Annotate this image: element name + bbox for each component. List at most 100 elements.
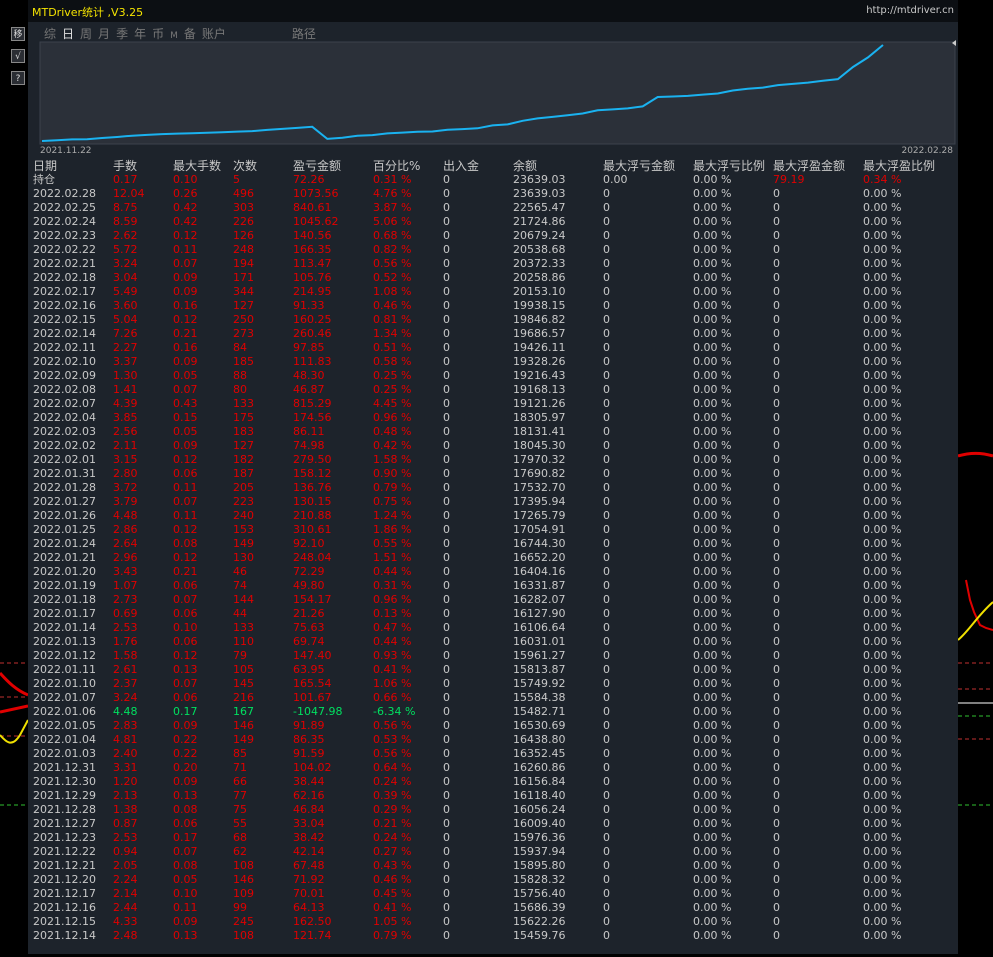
table-cell: 0.00 % — [863, 509, 902, 522]
table-cell: 0 — [443, 677, 450, 690]
table-cell: 0 — [603, 621, 610, 634]
table-cell: 66 — [233, 775, 247, 788]
table-cell: 840.61 — [293, 201, 332, 214]
table-cell: 4.33 — [113, 915, 138, 928]
equity-chart: 2021.11.22 2022.02.28 — [39, 40, 956, 156]
table-cell: 145 — [233, 677, 254, 690]
table-cell: 0 — [443, 635, 450, 648]
table-cell: 0 — [443, 523, 450, 536]
table-cell: 0 — [773, 495, 780, 508]
column-header: 最大浮盈金额 — [773, 159, 846, 173]
table-cell: 2021.12.28 — [33, 803, 96, 816]
table-cell: 5.72 — [113, 243, 138, 256]
table-cell: 0 — [603, 299, 610, 312]
table-cell: 91.59 — [293, 747, 325, 760]
table-cell: 0.00 % — [863, 663, 902, 676]
table-cell: 0 — [443, 201, 450, 214]
table-cell: 2021.12.23 — [33, 831, 96, 844]
table-cell: 0.00 % — [693, 425, 732, 438]
table-cell: 0.00 % — [693, 495, 732, 508]
table-cell: 2021.12.29 — [33, 789, 96, 802]
table-cell: 4.45 % — [373, 397, 412, 410]
table-cell: 0 — [443, 355, 450, 368]
table-cell: 0 — [773, 635, 780, 648]
table-cell: 2022.01.19 — [33, 579, 96, 592]
table-cell: 279.50 — [293, 453, 332, 466]
table-cell: 0 — [603, 355, 610, 368]
table-cell: 19328.26 — [513, 355, 566, 368]
table-cell: 23639.03 — [513, 187, 566, 200]
table-cell: 183 — [233, 425, 254, 438]
table-cell: 2022.01.12 — [33, 649, 96, 662]
table-cell: 0 — [603, 411, 610, 424]
table-cell: 2.44 — [113, 901, 138, 914]
table-cell: 0.00 % — [863, 215, 902, 228]
table-cell: 0 — [603, 873, 610, 886]
table-cell: 0.21 — [173, 565, 198, 578]
table-cell: 16331.87 — [513, 579, 566, 592]
move-button[interactable]: 移 — [11, 27, 25, 41]
table-cell: 0.11 — [173, 509, 198, 522]
table-cell: 0 — [773, 663, 780, 676]
table-cell: 79 — [233, 649, 247, 662]
table-cell: 2022.02.24 — [33, 215, 96, 228]
table-cell: 0 — [773, 733, 780, 746]
table-cell: 2022.02.11 — [33, 341, 96, 354]
table-cell: 0.00 % — [863, 565, 902, 578]
table-cell: 0 — [603, 649, 610, 662]
check-button[interactable]: √ — [11, 49, 25, 63]
table-cell: 0.00 % — [863, 719, 902, 732]
table-cell: 130.15 — [293, 495, 332, 508]
table-cell: 16744.30 — [513, 537, 566, 550]
table-cell: 19846.82 — [513, 313, 566, 326]
table-cell: 210.88 — [293, 509, 332, 522]
table-cell: 17690.82 — [513, 467, 566, 480]
table-cell: 0.00 % — [693, 565, 732, 578]
table-cell: 0 — [603, 593, 610, 606]
table-cell: 1.41 — [113, 383, 138, 396]
table-cell: 0.64 % — [373, 761, 412, 774]
table-cell: 2.64 — [113, 537, 138, 550]
table-cell: 1.06 % — [373, 677, 412, 690]
table-cell: 18045.30 — [513, 439, 566, 452]
table-cell: 815.29 — [293, 397, 332, 410]
table-cell: 0.00 % — [693, 803, 732, 816]
table-cell: 0.00 % — [863, 229, 902, 242]
table-cell: 2021.12.17 — [33, 887, 96, 900]
table-cell: 1.20 — [113, 775, 138, 788]
table-cell: 0.39 % — [373, 789, 412, 802]
table-cell: 2.56 — [113, 425, 138, 438]
table-cell: 0 — [443, 929, 450, 942]
table-cell: 0.00 % — [693, 887, 732, 900]
table-cell: 273 — [233, 327, 254, 340]
table-cell: 166.35 — [293, 243, 332, 256]
table-cell: 0 — [773, 817, 780, 830]
table-cell: 0 — [773, 481, 780, 494]
table-cell: 0.00 % — [693, 467, 732, 480]
table-cell: 0.79 % — [373, 481, 412, 494]
table-cell: 0 — [603, 369, 610, 382]
table-cell: 0.42 % — [373, 439, 412, 452]
table-cell: 0 — [773, 467, 780, 480]
table-cell: 0 — [443, 285, 450, 298]
table-cell: 0.00 % — [863, 383, 902, 396]
table-cell: 0 — [603, 775, 610, 788]
table-cell: 2022.02.10 — [33, 355, 96, 368]
column-header: 最大手数 — [173, 159, 222, 173]
table-cell: 0 — [443, 509, 450, 522]
table-cell: 72.26 — [293, 173, 325, 186]
table-cell: 0.00 % — [693, 873, 732, 886]
help-button[interactable]: ? — [11, 71, 25, 85]
table-cell: 0.00 % — [863, 607, 902, 620]
table-cell: 74.98 — [293, 439, 325, 452]
table-cell: 63.95 — [293, 663, 325, 676]
table-cell: 0.00 % — [693, 285, 732, 298]
table-cell: 2022.02.18 — [33, 271, 96, 284]
table-cell: 75.63 — [293, 621, 325, 634]
table-cell: 0.42 — [173, 215, 198, 228]
table-cell: 0 — [773, 453, 780, 466]
table-cell: 0 — [773, 887, 780, 900]
table-cell: 0.46 % — [373, 299, 412, 312]
table-cell: 0 — [773, 859, 780, 872]
table-cell: 2021.12.30 — [33, 775, 96, 788]
